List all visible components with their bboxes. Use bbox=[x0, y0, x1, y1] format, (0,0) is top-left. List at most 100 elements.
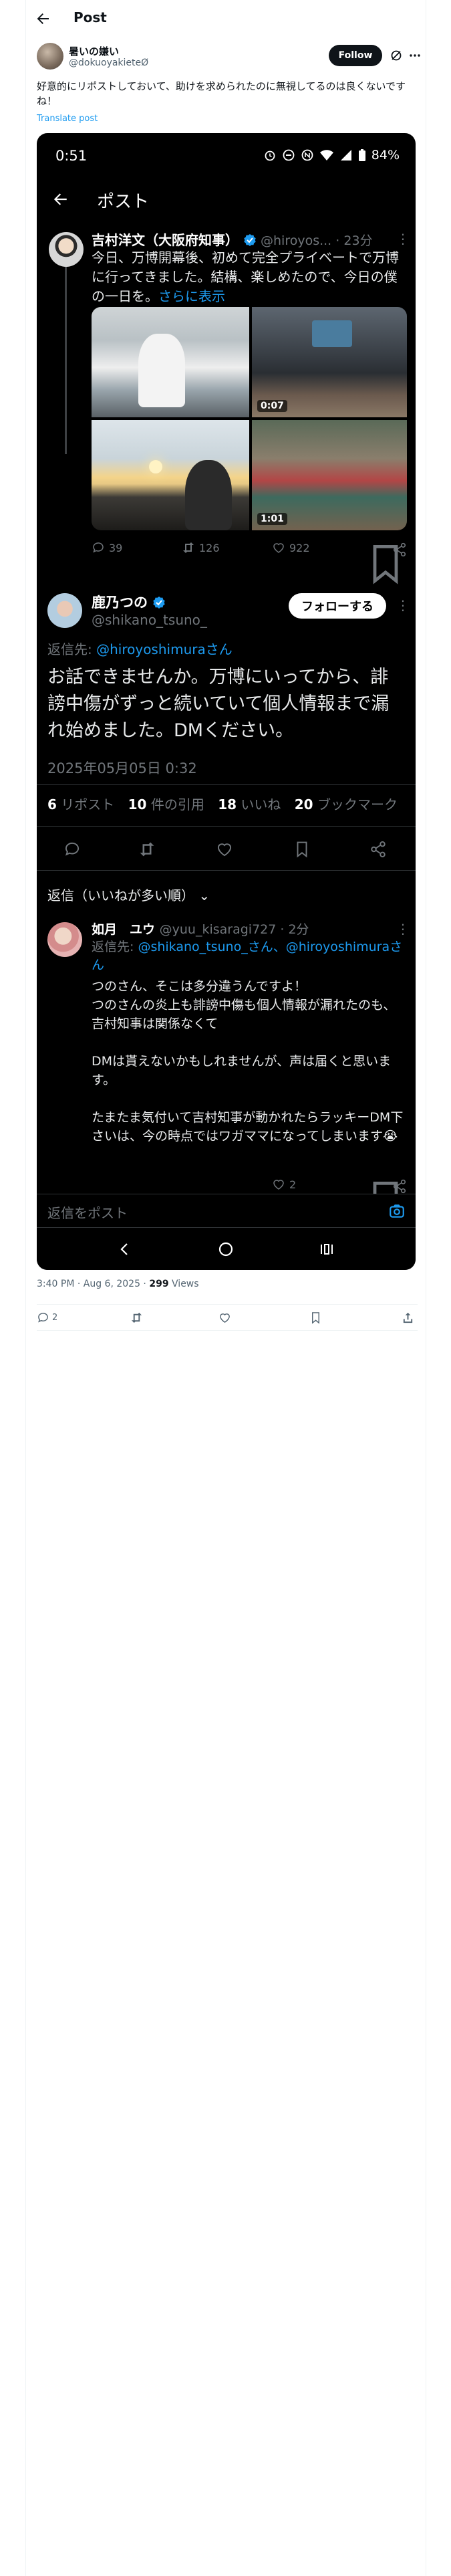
reply-to-label: 返信先: bbox=[47, 641, 92, 657]
stat-value: 20 bbox=[294, 796, 313, 813]
alarm-icon bbox=[265, 150, 275, 161]
stat-value: 6 bbox=[47, 796, 57, 813]
like-action[interactable]: 2 bbox=[272, 1178, 296, 1191]
reply-count: 2 bbox=[52, 1313, 58, 1323]
nav-home-icon[interactable] bbox=[218, 1241, 234, 1257]
more-options-icon[interactable] bbox=[408, 49, 422, 62]
author-handle[interactable]: @dokuoyakieteØ bbox=[69, 58, 148, 68]
grok-icon[interactable] bbox=[390, 49, 403, 62]
wifi-icon bbox=[319, 150, 333, 160]
reply-sort-dropdown[interactable]: 返信（いいねが多い順） ⌄ bbox=[47, 885, 210, 904]
nav-title: ポスト bbox=[97, 192, 150, 212]
like-action[interactable]: 922 bbox=[272, 541, 310, 554]
show-more-link[interactable]: さらに表示 bbox=[158, 288, 225, 304]
divider bbox=[37, 870, 416, 871]
share-icon[interactable] bbox=[402, 1311, 414, 1324]
more-vert-icon[interactable]: ⋮ bbox=[396, 597, 410, 613]
battery-icon bbox=[358, 149, 365, 161]
reply-action[interactable]: 2 bbox=[37, 1311, 57, 1324]
avatar[interactable] bbox=[47, 922, 82, 957]
author-name[interactable]: 暑いの嫌い bbox=[69, 44, 119, 58]
parent-name-text: 吉村洋文（大阪府知事） bbox=[92, 232, 239, 248]
main-post-text: お話できませんか。万博にいってから、誹謗中傷がずっと続いていて個人情報まで漏れ始… bbox=[47, 667, 390, 741]
parent-handle-text: @hiroyos... bbox=[261, 233, 332, 248]
media-photo[interactable] bbox=[92, 307, 249, 417]
post-meta: 3:40 PM · Aug 6, 2025 · 299 Views bbox=[37, 1279, 199, 1289]
share-icon[interactable] bbox=[392, 1179, 407, 1194]
share-icon[interactable] bbox=[369, 841, 387, 858]
reply-author[interactable]: 如月 ユウ @yuu_kisaragi727 · 2分 bbox=[92, 920, 309, 938]
parent-handle: @hiroyos... · 23分 bbox=[261, 231, 373, 249]
reply-icon[interactable] bbox=[63, 841, 81, 858]
bookmark-icon[interactable] bbox=[293, 841, 311, 858]
repost-icon[interactable] bbox=[130, 1311, 143, 1324]
camera-icon[interactable] bbox=[388, 1202, 406, 1220]
post-text: 好意的にリポストしておいて、助けを求められたのに無視してるのは良くないですね！ bbox=[37, 80, 406, 107]
follow-button[interactable]: フォローする bbox=[289, 593, 386, 619]
chevron-down-icon: ⌄ bbox=[198, 887, 210, 903]
page-title: Post bbox=[73, 9, 107, 25]
app-nav: ポスト bbox=[37, 176, 416, 223]
parent-actions: 39 126 922 bbox=[92, 541, 407, 584]
more-vert-icon[interactable]: ⋮ bbox=[396, 921, 410, 937]
heart-icon bbox=[273, 543, 284, 553]
avatar[interactable] bbox=[47, 593, 82, 628]
parent-text: 今日、万博開幕後、初めて完全プライベートで万博に行ってきました。結構、楽しめたの… bbox=[92, 248, 406, 306]
reply-name-text: 如月 ユウ bbox=[92, 922, 156, 937]
heart-icon bbox=[273, 1180, 284, 1190]
stat-reposts[interactable]: 6 リポスト bbox=[47, 796, 114, 813]
reply-actions: 2 bbox=[92, 1178, 407, 1270]
nav-recents-icon[interactable] bbox=[319, 1241, 335, 1257]
battery-level: 84% bbox=[371, 148, 400, 163]
share-icon[interactable] bbox=[392, 542, 407, 557]
media-photo[interactable] bbox=[92, 420, 249, 530]
reply-input-bar: 返信をポスト bbox=[37, 1194, 416, 1227]
repost-action[interactable]: 126 bbox=[182, 541, 220, 554]
like-count: 2 bbox=[289, 1178, 297, 1191]
media-video[interactable]: 1:01 bbox=[252, 420, 407, 530]
heart-icon[interactable] bbox=[216, 841, 233, 858]
media-video[interactable]: 0:07 bbox=[252, 307, 407, 417]
main-actions bbox=[37, 829, 416, 869]
parent-text-body: 今日、万博開幕後、初めて完全プライベートで万博に行ってきました。結構、楽しめたの… bbox=[92, 249, 399, 304]
parent-author-name[interactable]: 吉村洋文（大阪府知事） bbox=[92, 229, 257, 249]
stat-likes[interactable]: 18 いいね bbox=[218, 796, 281, 813]
reply-to-label: 返信先: bbox=[92, 940, 134, 954]
reply-to-line: 返信先: @shikano_tsuno_さん、@hiroyoshimuraさん bbox=[92, 938, 406, 974]
translate-link[interactable]: Translate post bbox=[37, 114, 98, 124]
stat-label: いいね bbox=[241, 796, 281, 813]
back-arrow-icon[interactable] bbox=[51, 191, 69, 208]
main-author-name[interactable]: 鹿乃つの bbox=[92, 592, 166, 612]
heart-icon[interactable] bbox=[218, 1311, 231, 1324]
divider bbox=[37, 826, 416, 827]
stat-quotes[interactable]: 10 件の引用 bbox=[128, 796, 204, 813]
reply-input[interactable]: 返信をポスト bbox=[47, 1202, 128, 1222]
main-name-text: 鹿乃つの bbox=[92, 595, 148, 611]
post-timestamp[interactable]: 3:40 PM · Aug 6, 2025 · bbox=[37, 1279, 149, 1289]
reply-icon bbox=[38, 1313, 48, 1323]
nfc-icon bbox=[301, 149, 313, 161]
back-arrow-icon[interactable] bbox=[35, 11, 51, 27]
nav-back-icon[interactable] bbox=[117, 1241, 133, 1257]
android-nav-bar bbox=[37, 1227, 416, 1270]
repost-count: 126 bbox=[199, 541, 220, 554]
status-time: 0:51 bbox=[55, 148, 88, 164]
dnd-icon bbox=[283, 149, 295, 161]
reply-text: つのさん、そこは多分違うんですよ！ つのさんの炎上も誹謗中傷も個人情報が漏れたの… bbox=[92, 979, 404, 1144]
more-vert-icon[interactable]: ⋮ bbox=[396, 231, 410, 247]
repost-icon[interactable] bbox=[138, 841, 156, 858]
avatar[interactable] bbox=[37, 43, 63, 70]
stat-bookmarks[interactable]: 20 ブックマーク bbox=[295, 796, 398, 813]
main-handle: @shikano_tsuno_ bbox=[92, 612, 207, 628]
status-bar: 0:51 84% bbox=[37, 133, 416, 176]
reply-action[interactable]: 39 bbox=[92, 541, 122, 554]
stat-label: 件の引用 bbox=[150, 796, 204, 813]
follow-button[interactable]: Follow bbox=[329, 45, 382, 66]
avatar[interactable] bbox=[49, 232, 84, 267]
reply-to-link[interactable]: @hiroyoshimuraさん bbox=[96, 641, 233, 657]
bookmark-icon[interactable] bbox=[309, 1311, 322, 1324]
attached-screenshot[interactable]: 0:51 84% ポスト 吉村洋文（大阪府知事） @hiroyos... · 2… bbox=[37, 133, 416, 1270]
verified-badge-icon bbox=[153, 597, 166, 609]
status-icons: 84% bbox=[263, 148, 400, 163]
reply-to-link[interactable]: @shikano_tsuno_さん、@hiroyoshimuraさん bbox=[92, 940, 402, 972]
